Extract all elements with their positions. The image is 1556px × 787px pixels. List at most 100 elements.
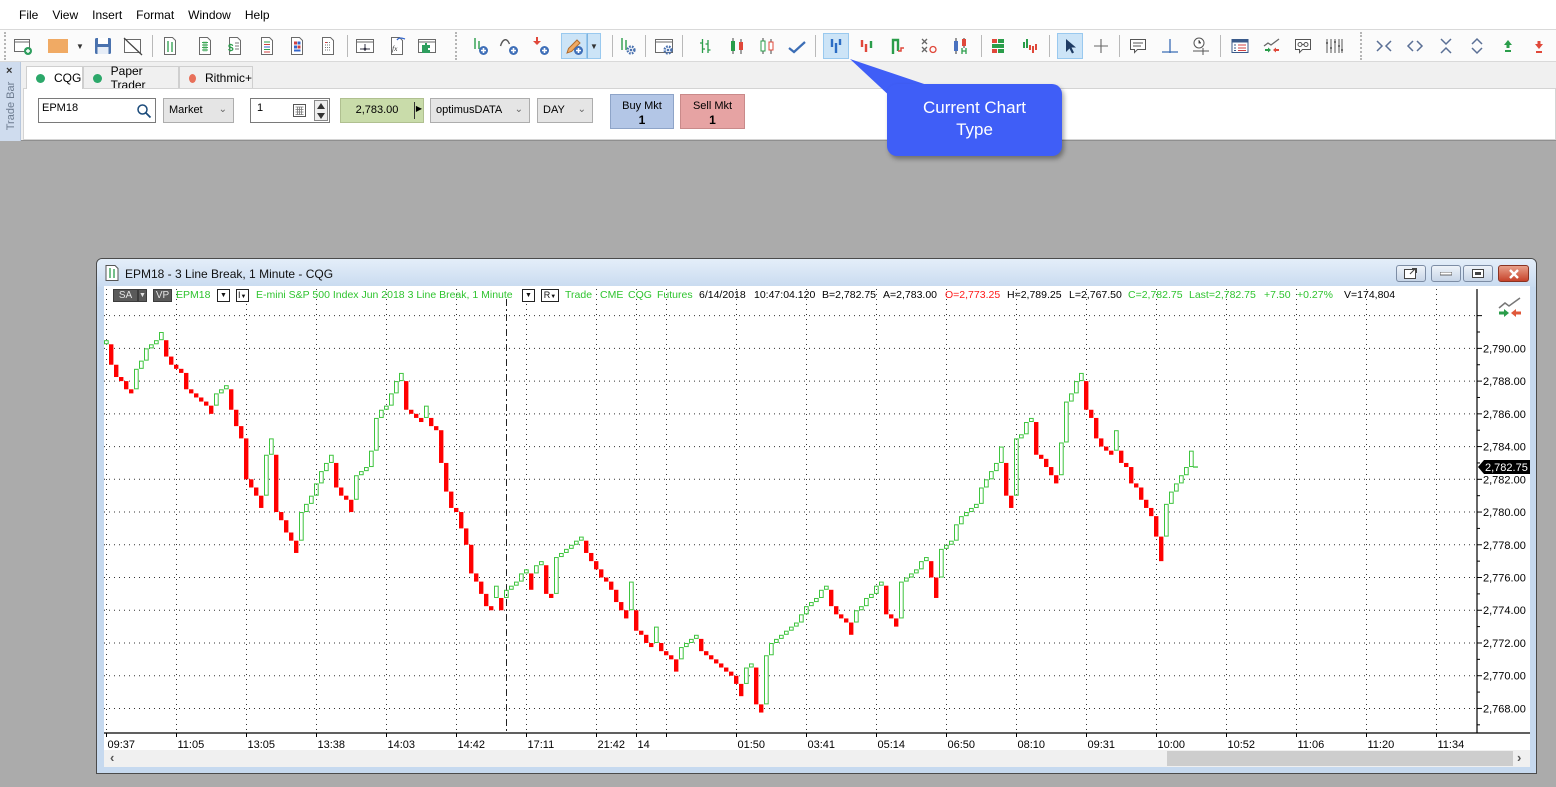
formula-builder-button[interactable]: fx <box>384 33 410 59</box>
horizontal-scrollbar[interactable]: ‹ › <box>104 750 1530 767</box>
bar-chart-button[interactable] <box>692 33 718 59</box>
move-up-button[interactable] <box>1495 33 1521 59</box>
add-ins-button[interactable] <box>414 33 440 59</box>
order-type-select[interactable]: Market ⌄ <box>163 98 234 123</box>
pointer-tool-button[interactable] <box>1057 33 1083 59</box>
portfolio-monitor-button[interactable] <box>284 33 310 59</box>
market-profile-button[interactable] <box>986 33 1012 59</box>
line-break-bar-down <box>1099 438 1104 447</box>
tab-paper-trader[interactable]: Paper Trader <box>83 64 179 92</box>
dom-trader-button[interactable]: $ <box>222 33 248 59</box>
scroll-left-icon[interactable]: ‹ <box>110 750 114 765</box>
menu-view[interactable]: View <box>52 8 78 22</box>
line-break-bar-up <box>789 626 794 631</box>
scrollbar-thumb[interactable] <box>1167 751 1513 766</box>
toolbar-grip[interactable] <box>455 32 457 60</box>
duration-select[interactable]: DAY ⌄ <box>537 98 593 123</box>
x-tick-label: 11:06 <box>1298 739 1325 748</box>
menu-format[interactable]: Format <box>136 8 174 22</box>
menu-help[interactable]: Help <box>245 8 270 22</box>
trade-chart-toggle-icon[interactable] <box>1497 297 1523 319</box>
quantity-stepper[interactable] <box>314 100 328 121</box>
watch-list-button[interactable] <box>1290 33 1316 59</box>
toolbar-grip[interactable] <box>1360 32 1362 60</box>
line-break-bar-down <box>609 581 614 590</box>
close-trade-bar-icon[interactable]: × <box>6 65 12 77</box>
search-icon[interactable] <box>136 103 152 119</box>
move-down-button[interactable] <box>1526 33 1552 59</box>
volume-profile-button[interactable] <box>1017 33 1043 59</box>
tab-rithmic[interactable]: Rithmic+ <box>179 66 253 89</box>
r-dropdown-button[interactable]: R▼ <box>541 289 559 302</box>
crosshair-tool-button[interactable] <box>1088 33 1114 59</box>
maximize-window-button[interactable] <box>1463 265 1493 282</box>
account-select[interactable]: optimusDATA ⌄ <box>430 98 530 123</box>
sell-market-button[interactable]: Sell Mkt 1 <box>680 94 745 129</box>
compress-horizontal-button[interactable] <box>1371 33 1397 59</box>
tfl-chart-button[interactable] <box>947 33 973 59</box>
equalizer-button[interactable] <box>1321 33 1347 59</box>
line-break-bar-up <box>269 438 274 455</box>
save-button[interactable] <box>90 33 116 59</box>
drawing-tools-button[interactable] <box>561 33 587 59</box>
quantity-input[interactable]: 1 <box>250 98 330 123</box>
window-anchor-button[interactable] <box>352 33 378 59</box>
news-window-button[interactable] <box>254 33 280 59</box>
spin-up-icon[interactable] <box>317 103 325 109</box>
line-break-chart[interactable]: 2,790.00 2,788.00 2,786.00 2,784.00 2,782.00… <box>104 286 1530 748</box>
add-curve-button[interactable] <box>496 33 522 59</box>
unlink-window-button[interactable] <box>120 33 146 59</box>
price-field[interactable]: 2,783.00 ▶ <box>340 98 424 123</box>
symbol-input[interactable]: EPM18 <box>38 98 156 123</box>
tab-cqg[interactable]: CQG <box>26 66 83 89</box>
buy-market-button[interactable]: Buy Mkt 1 <box>610 94 674 129</box>
horizontal-line-tool-button[interactable] <box>1157 33 1183 59</box>
line-chart-button[interactable] <box>784 33 810 59</box>
new-chart-window-button[interactable] <box>10 33 36 59</box>
compress-vertical-button[interactable] <box>1433 33 1459 59</box>
trade-bar-side-tab[interactable]: × Trade Bar <box>0 62 21 141</box>
menu-file[interactable]: File <box>19 8 38 22</box>
i-dropdown-button[interactable]: I▼ <box>236 289 249 302</box>
expand-horizontal-button[interactable] <box>1402 33 1428 59</box>
chart-window-button[interactable] <box>157 33 183 59</box>
link-color-dropdown-icon[interactable]: ▼ <box>73 33 87 59</box>
sa-dropdown-icon[interactable]: ▼ <box>138 289 147 302</box>
menu-window[interactable]: Window <box>188 8 231 22</box>
data-window-button[interactable] <box>1227 33 1253 59</box>
detach-window-button[interactable] <box>1396 265 1426 282</box>
info-symbol[interactable]: EPM18 <box>176 289 210 302</box>
play-arrow-icon[interactable]: ▶ <box>416 104 422 113</box>
line-break-bar-up <box>369 450 374 468</box>
sa-button[interactable]: SA <box>113 289 138 302</box>
menu-insert[interactable]: Insert <box>92 8 122 22</box>
vp-button[interactable]: VP <box>153 289 172 302</box>
link-color-button[interactable] <box>45 33 71 59</box>
chart-settings-button[interactable] <box>651 33 677 59</box>
spin-down-icon[interactable] <box>317 113 325 119</box>
chart-window-title-bar[interactable]: EPM18 - 3 Line Break, 1 Minute - CQG <box>97 259 1536 287</box>
hollow-candlestick-chart-button[interactable] <box>754 33 780 59</box>
line-break-bar-down <box>1089 409 1094 418</box>
annotation-tool-button[interactable] <box>1125 33 1151 59</box>
toolbar-grip[interactable] <box>4 32 6 60</box>
quote-board-button[interactable] <box>192 33 218 59</box>
minimize-window-button[interactable] <box>1431 265 1461 282</box>
symbol-dropdown-icon[interactable]: ▼ <box>217 289 230 302</box>
add-trade-arrow-button[interactable] <box>527 33 553 59</box>
study-settings-button[interactable] <box>614 33 640 59</box>
trade-chart-button[interactable] <box>1259 33 1285 59</box>
drawing-tools-dropdown-icon[interactable]: ▼ <box>587 33 601 59</box>
expand-vertical-button[interactable] <box>1464 33 1490 59</box>
candlestick-chart-button[interactable] <box>724 33 750 59</box>
close-window-button[interactable] <box>1498 265 1529 282</box>
time-line-tool-button[interactable] <box>1188 33 1214 59</box>
line-break-bar-up <box>219 389 224 394</box>
line-break-bar-down <box>409 409 414 414</box>
calculator-icon[interactable] <box>293 104 306 117</box>
line-break-bar-up <box>914 569 919 574</box>
spreadsheet-button[interactable] <box>315 33 341 59</box>
scroll-right-icon[interactable]: › <box>1517 750 1521 765</box>
add-study-button[interactable] <box>466 33 492 59</box>
chart-type-dropdown-icon[interactable]: ▼ <box>522 289 535 302</box>
